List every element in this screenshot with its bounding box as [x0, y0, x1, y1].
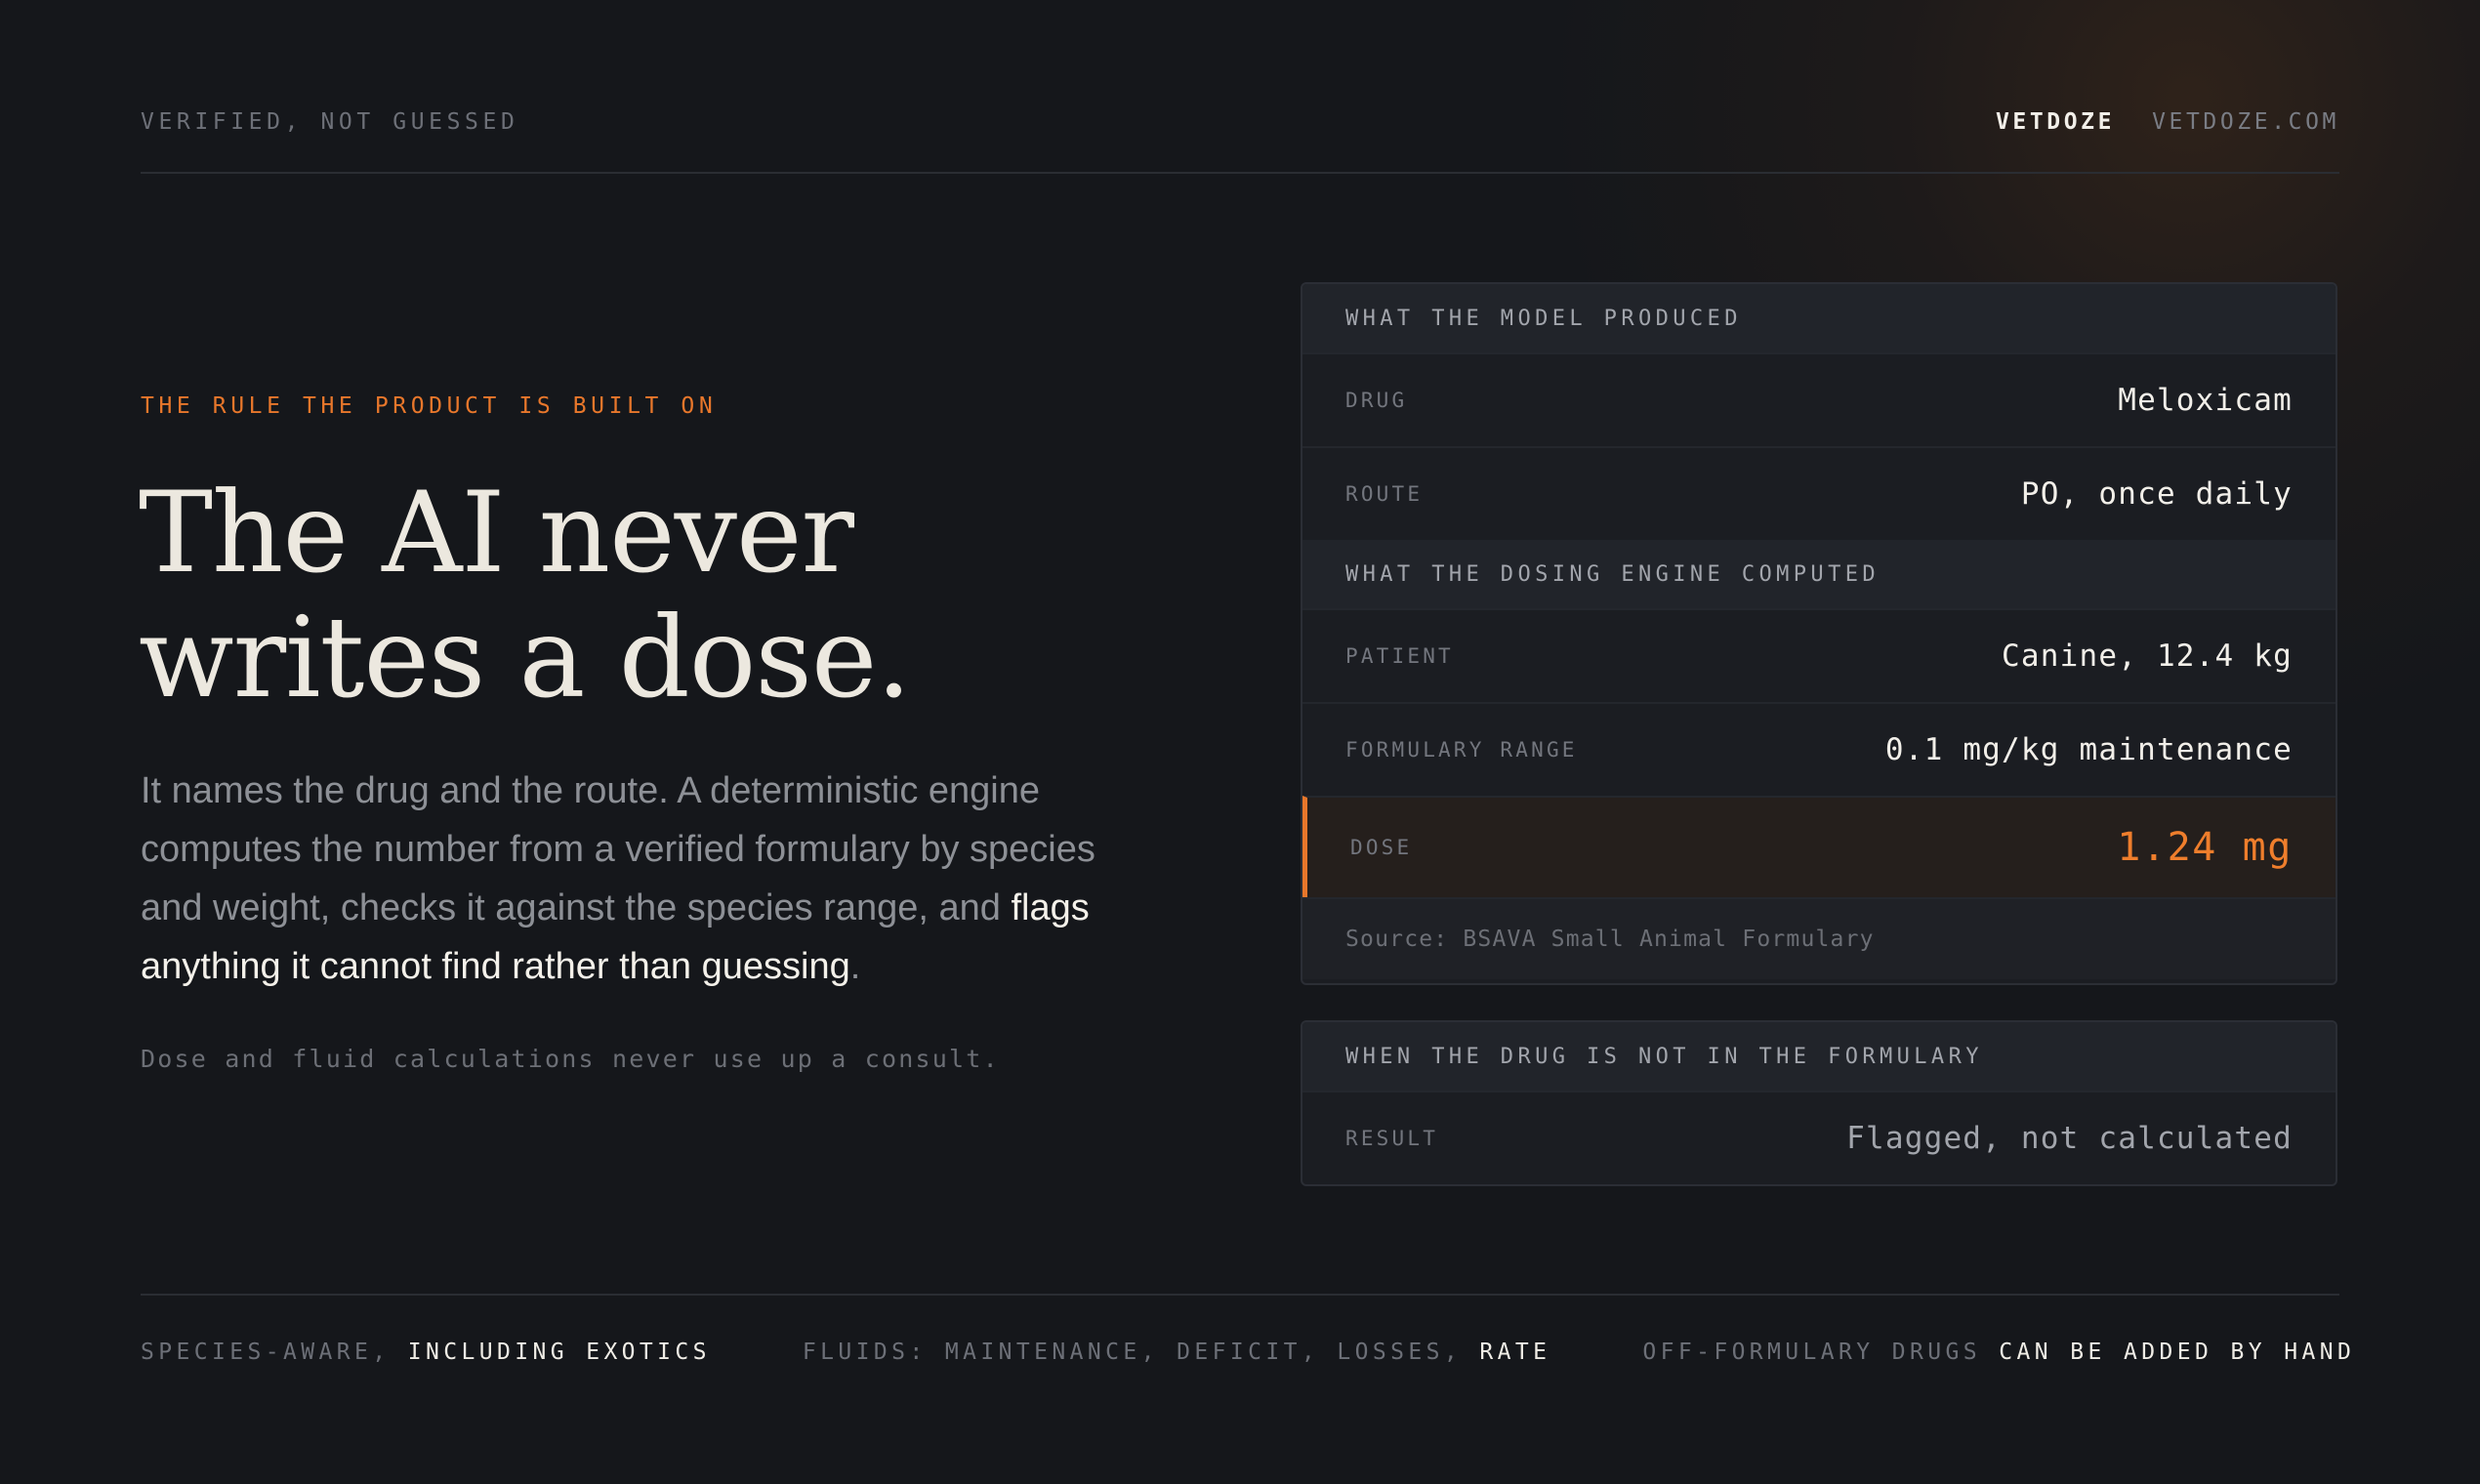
- brand-url-link[interactable]: VETDOZE.COM: [2152, 105, 2339, 139]
- drug-value: Meloxicam: [2118, 383, 2293, 418]
- patient-row: PATIENT Canine, 12.4 kg: [1302, 608, 2335, 702]
- top-header: VERIFIED, NOT GUESSED VETDOZE VETDOZE.CO…: [141, 105, 2339, 174]
- formulary-range-value: 0.1 mg/kg maintenance: [1884, 732, 2293, 767]
- formulary-source: Source: BSAVA Small Animal Formulary: [1302, 897, 2335, 979]
- hero-eyebrow: THE RULE THE PRODUCT IS BUILT ON: [141, 393, 718, 419]
- dose-value: 1.24 mg: [2117, 825, 2293, 870]
- result-value: Flagged, not calculated: [1846, 1121, 2293, 1156]
- header-tagline: VERIFIED, NOT GUESSED: [141, 109, 519, 135]
- patient-label: PATIENT: [1345, 644, 1454, 668]
- bottom-divider: [141, 1294, 2339, 1296]
- headline-line-2: writes a dose.: [139, 593, 912, 722]
- dose-label: DOSE: [1350, 836, 1413, 859]
- patient-value: Canine, 12.4 kg: [2002, 639, 2293, 674]
- feature-fluids: FLUIDS: MAINTENANCE, DEFICIT, LOSSES, RA…: [803, 1336, 1550, 1369]
- body-end-punctuation: .: [849, 946, 861, 987]
- formulary-range-row: FORMULARY RANGE 0.1 mg/kg maintenance: [1302, 702, 2335, 796]
- section-header-not-in-formulary: WHEN THE DRUG IS NOT IN THE FORMULARY: [1302, 1022, 2335, 1091]
- feature-fluids-prefix: FLUIDS: MAINTENANCE, DEFICIT, LOSSES,: [802, 1340, 1480, 1365]
- result-row: RESULT Flagged, not calculated: [1302, 1091, 2335, 1184]
- hero-body: It names the drug and the route. A deter…: [141, 762, 1166, 996]
- brand-block: VETDOZE VETDOZE.COM: [1996, 105, 2339, 139]
- drug-label: DRUG: [1345, 389, 1408, 412]
- drug-row: DRUG Meloxicam: [1302, 352, 2335, 446]
- feature-species-prefix: SPECIES-AWARE,: [141, 1340, 408, 1365]
- headline-line-1: The AI never: [139, 468, 854, 598]
- not-in-formulary-card: WHEN THE DRUG IS NOT IN THE FORMULARY RE…: [1301, 1020, 2337, 1186]
- dose-row: DOSE 1.24 mg: [1302, 796, 2335, 897]
- feature-fluids-highlight: RATE: [1479, 1340, 1551, 1365]
- route-row: ROUTE PO, once daily: [1302, 446, 2335, 540]
- feature-list: SPECIES-AWARE, INCLUDING EXOTICS FLUIDS:…: [141, 1336, 2355, 1369]
- dose-calculation-card: WHAT THE MODEL PRODUCED DRUG Meloxicam R…: [1301, 282, 2337, 985]
- feature-species: SPECIES-AWARE, INCLUDING EXOTICS: [141, 1336, 711, 1369]
- route-label: ROUTE: [1345, 482, 1424, 506]
- section-header-engine: WHAT THE DOSING ENGINE COMPUTED: [1302, 540, 2335, 608]
- feature-off-formulary-prefix: OFF-FORMULARY DRUGS: [1642, 1340, 2000, 1365]
- body-plain-text: It names the drug and the route. A deter…: [141, 770, 1095, 928]
- hero-headline: The AI never writes a dose.: [139, 471, 1213, 721]
- feature-off-formulary-highlight: CAN BE ADDED BY HAND: [1999, 1340, 2356, 1365]
- formulary-range-label: FORMULARY RANGE: [1345, 738, 1578, 762]
- result-label: RESULT: [1345, 1127, 1439, 1150]
- brand-name[interactable]: VETDOZE: [1996, 105, 2115, 139]
- route-value: PO, once daily: [2020, 476, 2293, 512]
- feature-off-formulary: OFF-FORMULARY DRUGS CAN BE ADDED BY HAND: [1642, 1336, 2355, 1369]
- hero-footnote: Dose and fluid calculations never use up…: [141, 1045, 1000, 1073]
- section-header-model: WHAT THE MODEL PRODUCED: [1302, 284, 2335, 352]
- feature-species-highlight: INCLUDING EXOTICS: [407, 1340, 711, 1365]
